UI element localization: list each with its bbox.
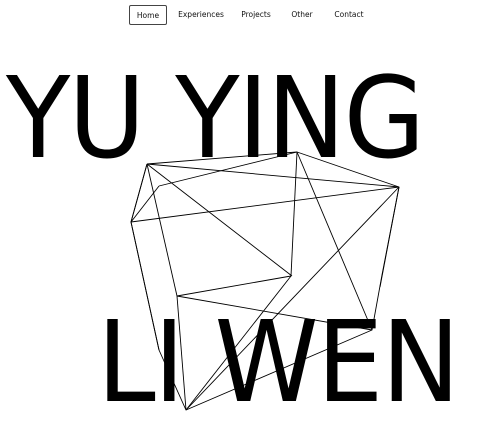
hero-section: YU YING LI WEN [0,0,500,429]
hero-name-second-line: LI WEN [97,298,460,428]
hero-name-first-line: YU YING [6,54,425,184]
